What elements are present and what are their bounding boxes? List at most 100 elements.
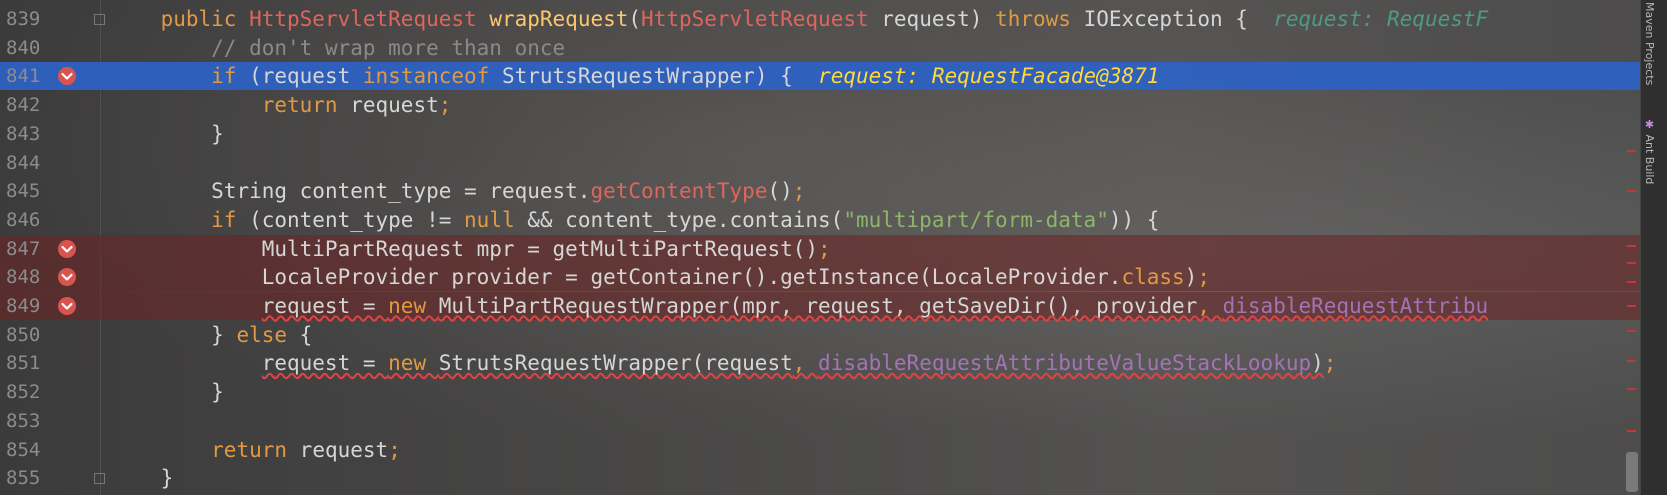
- code-text: request = new MultiPartRequestWrapper(mp…: [110, 292, 1488, 320]
- code-line[interactable]: 844: [0, 149, 1640, 177]
- error-stripe-marker[interactable]: [1627, 281, 1636, 283]
- code-token: return: [211, 437, 300, 462]
- code-token: (content_type !=: [249, 207, 465, 232]
- scrollbar-thumb[interactable]: [1626, 452, 1638, 492]
- maven-projects-tab[interactable]: Maven Projects: [1643, 2, 1656, 85]
- code-line[interactable]: 845 String content_type = request.getCon…: [0, 177, 1640, 205]
- code-token: request: [299, 437, 389, 462]
- line-number: 840: [6, 36, 41, 59]
- code-token: }: [211, 121, 224, 146]
- code-token: class: [1121, 265, 1185, 290]
- fold-toggle-icon[interactable]: [94, 473, 105, 485]
- code-line[interactable]: 854 return request;: [0, 436, 1640, 464]
- breakpoint-icon[interactable]: [57, 296, 77, 316]
- code-token: new: [388, 351, 439, 376]
- breakpoint-icon[interactable]: [57, 66, 77, 86]
- error-stripe-marker[interactable]: [1627, 305, 1636, 307]
- code-token: StrutsRequestWrapper(request: [438, 351, 793, 376]
- code-token: return: [261, 93, 351, 118]
- code-line[interactable]: 843 }: [0, 120, 1640, 148]
- line-number: 839: [6, 8, 41, 30]
- code-token: ;: [388, 437, 401, 462]
- line-number: 841: [6, 65, 41, 88]
- code-text: return request;: [110, 436, 401, 464]
- code-line[interactable]: 852 }: [0, 378, 1640, 406]
- line-number: 853: [6, 409, 41, 432]
- code-line[interactable]: 851 request = new StrutsRequestWrapper(r…: [0, 349, 1640, 377]
- code-token: ;: [818, 236, 831, 261]
- code-token: throws: [995, 7, 1084, 31]
- code-token: getContentType: [590, 179, 768, 204]
- line-number: 844: [6, 151, 41, 174]
- code-text: request = new StrutsRequestWrapper(reque…: [110, 349, 1337, 377]
- code-text: }: [110, 378, 224, 406]
- code-text: // don't wrap more than once: [110, 34, 565, 62]
- code-token: ;: [1197, 265, 1210, 290]
- error-stripe-marker[interactable]: [1627, 150, 1636, 152]
- line-number: 850: [6, 323, 41, 346]
- code-token: else: [236, 322, 300, 347]
- code-token: // don't wrap more than once: [211, 35, 566, 60]
- code-text: if (request instanceof StrutsRequestWrap…: [110, 62, 1159, 90]
- code-line[interactable]: 842 return request;: [0, 91, 1640, 119]
- code-token: wrapRequest: [489, 7, 629, 31]
- line-number: 842: [6, 94, 41, 117]
- error-stripe-marker[interactable]: [1627, 360, 1636, 362]
- code-line[interactable]: 848 LocaleProvider provider = getContain…: [0, 263, 1640, 292]
- code-token: disableRequestAttribu: [1222, 294, 1489, 318]
- error-stripe-marker[interactable]: [1627, 190, 1636, 192]
- error-stripe-marker[interactable]: [1627, 262, 1636, 264]
- fold-toggle-icon[interactable]: [94, 14, 105, 25]
- error-stripe-marker[interactable]: [1627, 245, 1636, 247]
- code-token: HttpServletRequest: [641, 7, 869, 31]
- code-token: ,: [1197, 294, 1223, 318]
- code-token: }: [160, 466, 174, 491]
- code-token: request =: [261, 294, 389, 318]
- code-token: String content_type = request.: [211, 179, 591, 204]
- code-line[interactable]: 839 public HttpServletRequest wrapReques…: [0, 5, 1640, 33]
- code-editor[interactable]: 839 public HttpServletRequest wrapReques…: [0, 0, 1667, 495]
- debug-inline-value: request: RequestF: [1273, 7, 1489, 31]
- code-line[interactable]: 840 // don't wrap more than once: [0, 34, 1640, 62]
- code-token: new: [388, 294, 439, 318]
- error-stripe-marker[interactable]: [1627, 430, 1636, 432]
- code-token: IOException {: [1083, 7, 1274, 31]
- code-token: ;: [1323, 351, 1337, 376]
- ant-build-tab[interactable]: ✱ Ant Build: [1643, 118, 1656, 184]
- error-stripe-marker[interactable]: [1627, 388, 1636, 390]
- code-line[interactable]: 849 request = new MultiPartRequestWrappe…: [0, 292, 1640, 320]
- line-number: 854: [6, 438, 41, 461]
- breakpoint-icon[interactable]: [57, 239, 77, 259]
- code-token: StrutsRequestWrapper) {: [501, 64, 819, 89]
- code-token: MultiPartRequestWrapper(mpr, request, ge…: [438, 294, 1198, 318]
- code-line[interactable]: 855 }: [0, 464, 1640, 492]
- code-token: LocaleProvider provider = getContainer()…: [261, 265, 1122, 290]
- code-token: request =: [261, 351, 389, 376]
- code-token: && content_type.contains(: [527, 207, 844, 232]
- code-line[interactable]: 853: [0, 407, 1640, 435]
- error-stripe-marker[interactable]: [1627, 330, 1636, 332]
- breakpoint-icon[interactable]: [57, 267, 77, 287]
- line-number: 845: [6, 180, 41, 203]
- code-text: } else {: [110, 321, 312, 349]
- code-line[interactable]: 841 if (request instanceof StrutsRequest…: [0, 62, 1640, 91]
- code-token: }: [211, 380, 224, 405]
- code-token: ): [1184, 265, 1198, 290]
- code-text: return request;: [110, 91, 452, 119]
- code-token: ): [1311, 351, 1324, 376]
- code-text: public HttpServletRequest wrapRequest(Ht…: [110, 5, 1489, 33]
- code-line[interactable]: 846 if (content_type != null && content_…: [0, 206, 1640, 234]
- line-number: 851: [6, 352, 41, 375]
- line-number: 849: [6, 295, 41, 317]
- code-line[interactable]: 847 MultiPartRequest mpr = getMultiPartR…: [0, 234, 1640, 263]
- code-token: ;: [438, 93, 452, 118]
- code-line[interactable]: 850 } else {: [0, 321, 1640, 349]
- code-token: request: [350, 93, 439, 118]
